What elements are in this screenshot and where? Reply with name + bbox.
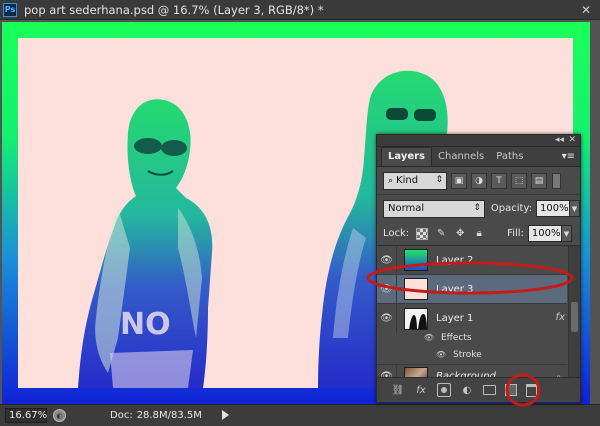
- lock-all-icon[interactable]: 🔒︎: [473, 228, 485, 240]
- stroke-effect-row[interactable]: 👁︎ Stroke: [377, 346, 567, 363]
- panel-menu-icon[interactable]: ▾≡: [562, 152, 575, 162]
- lock-label: Lock:: [383, 228, 410, 239]
- layer-thumbnail-graphic: [409, 313, 427, 329]
- document-title-bar: Ps pop art sederhana.psd @ 16.7% (Layer …: [0, 0, 600, 20]
- layer-row-layer-2[interactable]: 👁︎ Layer 2: [377, 245, 567, 275]
- filter-type-icon[interactable]: T: [491, 172, 507, 189]
- doc-size-label: Doc:: [110, 410, 133, 421]
- lock-position-icon[interactable]: ✥: [454, 228, 466, 240]
- layers-panel-bottom-bar: ⛓ fx ◐: [377, 377, 580, 402]
- filter-toggle-switch[interactable]: [552, 172, 561, 189]
- close-window-icon[interactable]: ✕: [578, 2, 594, 17]
- layer-effects-fx-icon[interactable]: fx: [556, 312, 565, 323]
- lock-transparent-pixels-icon[interactable]: [416, 227, 429, 240]
- opacity-input[interactable]: 100%: [536, 200, 570, 217]
- filter-pixel-icon[interactable]: ▣: [451, 172, 467, 189]
- fill-input[interactable]: 100%: [527, 225, 562, 242]
- layer-thumbnail: [404, 307, 428, 330]
- blend-row: Normal ⇕ Opacity: 100% ▼: [377, 195, 580, 222]
- lock-row: Lock: ✎ ✥ 🔒︎ Fill: 100% ▼: [377, 222, 580, 246]
- layer-thumbnail: [404, 278, 428, 300]
- opacity-slider-arrow-icon[interactable]: ▼: [570, 200, 580, 217]
- filter-adjustment-icon[interactable]: ◑: [471, 172, 487, 189]
- blend-mode-value: Normal: [388, 203, 425, 214]
- new-group-folder-icon[interactable]: [483, 385, 496, 395]
- filter-smart-object-icon[interactable]: ▤: [531, 172, 547, 189]
- effects-visibility-eye-icon[interactable]: 👁︎: [423, 332, 435, 344]
- filter-kind-value: Kind: [396, 175, 419, 186]
- tab-channels[interactable]: Channels: [432, 148, 490, 166]
- chevron-updown-icon: ⇕: [435, 174, 443, 185]
- layer-filter-row: ⌕ Kind ⇕ ▣ ◑ T ⬚ ▤: [377, 167, 580, 195]
- status-menu-arrow-icon[interactable]: [222, 410, 229, 420]
- search-icon: ⌕: [388, 175, 394, 186]
- stroke-label: Stroke: [453, 349, 482, 360]
- document-title: pop art sederhana.psd @ 16.7% (Layer 3, …: [24, 2, 324, 17]
- photoshop-window: Ps pop art sederhana.psd @ 16.7% (Layer …: [0, 0, 600, 426]
- svg-text:NO: NO: [120, 307, 171, 342]
- blend-mode-dropdown[interactable]: Normal ⇕: [383, 199, 485, 218]
- filter-kind-dropdown[interactable]: ⌕ Kind ⇕: [383, 171, 447, 190]
- tab-paths[interactable]: Paths: [490, 148, 529, 166]
- status-bar: 16.67% ◐ Doc: 28.8M/83.5M: [0, 404, 600, 426]
- delete-layer-trash-icon[interactable]: [526, 383, 537, 397]
- doc-size-value: 28.8M/83.5M: [136, 410, 202, 421]
- scrollbar-thumb[interactable]: [571, 302, 578, 332]
- panel-tabs: Layers Channels Paths ▾≡: [377, 147, 580, 167]
- layers-panel: ◂◂ ✕ Layers Channels Paths ▾≡ ⌕ Kind ⇕ ▣…: [376, 134, 581, 403]
- filter-shape-icon[interactable]: ⬚: [511, 172, 527, 189]
- tab-layers[interactable]: Layers: [381, 147, 432, 166]
- link-layers-icon[interactable]: ⛓: [391, 383, 405, 397]
- layer-thumbnail: [404, 249, 428, 271]
- fill-slider-arrow-icon[interactable]: ▼: [561, 225, 572, 242]
- visibility-eye-icon[interactable]: 👁︎: [377, 245, 397, 275]
- panel-header-strip: ◂◂ ✕: [377, 135, 580, 147]
- close-panel-icon[interactable]: ✕: [568, 135, 576, 146]
- add-layer-style-fx-icon[interactable]: fx: [414, 383, 428, 397]
- layer-name: Layer 2: [436, 254, 474, 266]
- layer-effects-row[interactable]: 👁︎ Effects: [377, 329, 567, 346]
- add-layer-mask-icon[interactable]: [437, 383, 451, 397]
- new-layer-icon[interactable]: [505, 384, 517, 396]
- visibility-eye-icon[interactable]: 👁︎: [377, 274, 397, 304]
- layer-list-scrollbar[interactable]: [568, 246, 580, 386]
- effects-label: Effects: [441, 332, 472, 343]
- layer-name: Layer 3: [436, 283, 474, 295]
- stroke-visibility-eye-icon[interactable]: 👁︎: [435, 349, 447, 361]
- zoom-level-field[interactable]: 16.67%: [5, 408, 47, 423]
- status-info-icon[interactable]: ◐: [53, 409, 66, 422]
- lock-image-pixels-icon[interactable]: ✎: [435, 228, 447, 240]
- layer-list: 👁︎ Layer 2 👁︎ Layer 3 👁︎ Layer 1 fx 👁︎ E…: [377, 245, 580, 389]
- fill-label: Fill:: [507, 228, 524, 239]
- layer-name: Layer 1: [436, 313, 474, 324]
- opacity-label: Opacity:: [490, 203, 533, 214]
- layer-row-layer-3[interactable]: 👁︎ Layer 3: [377, 274, 567, 304]
- new-adjustment-layer-icon[interactable]: ◐: [460, 383, 474, 397]
- photoshop-logo-icon: Ps: [3, 2, 17, 17]
- collapse-panel-icon[interactable]: ◂◂: [555, 135, 564, 146]
- chevron-updown-icon: ⇕: [473, 202, 481, 213]
